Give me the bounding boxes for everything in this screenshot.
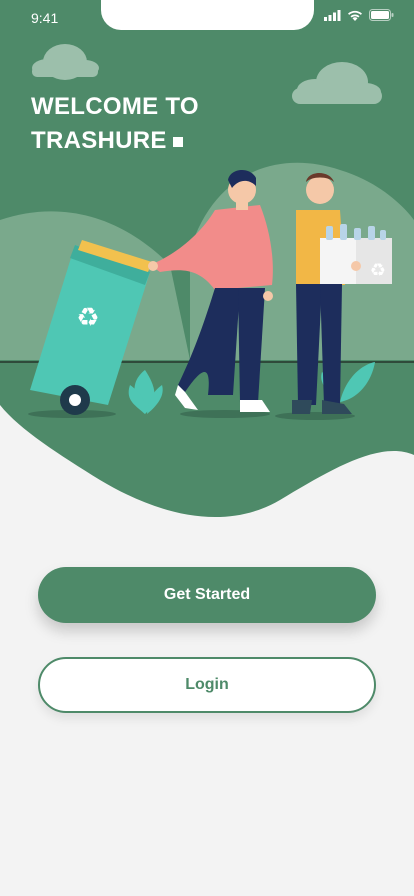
status-bar: 9:41: [0, 0, 414, 34]
status-time: 9:41: [31, 10, 59, 26]
device-notch: [101, 0, 314, 30]
login-button[interactable]: Login: [38, 657, 376, 713]
wifi-icon: [348, 10, 362, 21]
welcome-line-2: TRASHURE: [31, 127, 167, 154]
hero-illustration: ♻ ♻: [0, 0, 414, 520]
text-cursor: [172, 136, 183, 147]
signal-icon: [324, 9, 341, 21]
battery-icon: [369, 9, 394, 21]
status-icons: [324, 9, 394, 21]
recycle-icon: ♻: [370, 260, 386, 281]
welcome-line-1: WELCOME TO: [31, 93, 199, 120]
recycle-icon: ♻: [76, 303, 99, 333]
welcome-title: WELCOME TO TRASHURE: [31, 90, 199, 158]
welcome-line-2-wrap: TRASHURE: [31, 124, 199, 158]
get-started-button[interactable]: Get Started: [38, 567, 376, 623]
